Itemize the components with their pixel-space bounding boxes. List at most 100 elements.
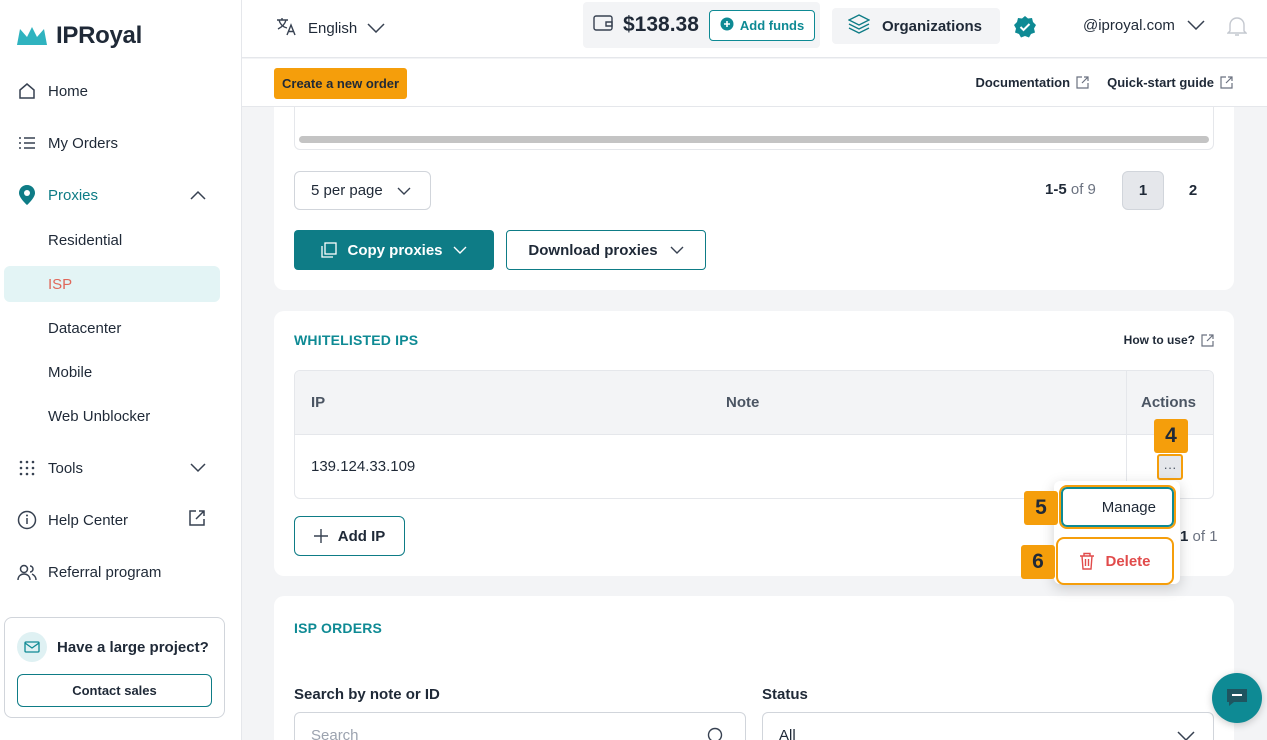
search-icon [707, 727, 723, 740]
column-header-ip: IP [311, 394, 326, 411]
chevron-down-icon [1177, 731, 1195, 740]
sidebar-item-home[interactable]: Home [16, 73, 220, 109]
chat-icon [1227, 689, 1247, 706]
status-value: All [779, 727, 796, 740]
account-menu[interactable]: @iproyal.com [1083, 17, 1205, 34]
sidebar-item-referral[interactable]: Referral program [16, 554, 220, 590]
chevron-down-icon [1187, 17, 1205, 34]
create-order-button[interactable]: Create a new order [274, 68, 408, 99]
add-ip-label: Add IP [337, 527, 386, 545]
add-funds-button[interactable]: Add funds [708, 9, 816, 41]
copy-icon [321, 242, 338, 258]
sidebar-subitem-mobile[interactable]: Mobile [4, 354, 220, 390]
whitelist-page-of: of 1 [1192, 528, 1218, 545]
isp-orders-card: ISP ORDERS Search by note or ID Search S… [274, 596, 1234, 740]
sidebar-item-label: Home [48, 82, 89, 100]
per-page-value: 5 per page [311, 182, 383, 199]
subbar: Create a new order Documentation Quick-s… [242, 59, 1267, 107]
add-funds-label: Add funds [739, 17, 805, 33]
crown-logo-icon [17, 27, 47, 45]
chevron-down-icon [670, 246, 684, 254]
trash-icon [1080, 552, 1095, 570]
row-actions-button[interactable]: ··· [1157, 454, 1183, 480]
search-label: Search by note or ID [294, 686, 440, 703]
language-selector[interactable]: English [276, 16, 385, 40]
chevron-down-icon [367, 20, 385, 37]
list-icon [16, 132, 38, 154]
external-link-icon [188, 509, 206, 531]
status-label: Status [762, 686, 808, 703]
chevron-down-icon [397, 187, 411, 195]
pagination-info: 1-5 of 9 [1045, 181, 1096, 198]
ip-cell: 139.124.33.109 [311, 458, 416, 475]
contact-sales-button[interactable]: Contact sales [17, 674, 212, 707]
sidebar-item-my-orders[interactable]: My Orders [16, 125, 220, 161]
pagination-range: 1-5 [1045, 181, 1067, 198]
horizontal-scrollbar[interactable] [299, 136, 1209, 143]
mail-icon [17, 632, 47, 662]
annotation-badge-4: 4 [1154, 419, 1188, 453]
add-ip-button[interactable]: Add IP [294, 516, 405, 556]
column-header-note: Note [726, 394, 760, 411]
page-2-button[interactable]: 2 [1178, 171, 1208, 210]
column-divider [1126, 371, 1127, 498]
per-page-select[interactable]: 5 per page [294, 171, 431, 210]
how-to-use-label: How to use? [1123, 333, 1195, 347]
bell-icon[interactable] [1226, 15, 1248, 42]
quickstart-link[interactable]: Quick-start guide [1107, 75, 1233, 90]
sidebar-subitem-residential[interactable]: Residential [4, 222, 220, 258]
plus-icon [313, 529, 328, 543]
download-proxies-button[interactable]: Download proxies [506, 230, 706, 270]
grid-dots-icon [16, 457, 38, 479]
search-input[interactable]: Search [294, 712, 746, 740]
balance-box: $138.38 Add funds [583, 2, 820, 48]
sidebar-item-help-center[interactable]: Help Center [16, 502, 220, 538]
how-to-use-link[interactable]: How to use? [1124, 333, 1214, 347]
chevron-down-icon [453, 246, 467, 254]
documentation-label: Documentation [975, 75, 1071, 90]
status-select[interactable]: All [762, 712, 1214, 740]
layers-icon [847, 14, 871, 38]
balance-amount: $138.38 [623, 13, 699, 36]
sidebar-subitem-isp[interactable]: ISP [4, 266, 220, 302]
sidebar-item-proxies[interactable]: Proxies [16, 177, 220, 213]
account-email: @iproyal.com [1083, 17, 1175, 34]
promo-card: Have a large project? Contact sales [4, 617, 225, 718]
manage-menu-item[interactable]: Manage [1059, 485, 1176, 529]
sidebar-item-label: Referral program [48, 563, 162, 581]
whitelist-table: IP Note Actions 139.124.33.109 ··· [294, 370, 1214, 499]
logo[interactable]: IPRoyal [16, 22, 142, 50]
external-link-icon [1220, 76, 1233, 89]
organizations-button[interactable]: Organizations [832, 8, 1000, 44]
sidebar: IPRoyal Home My Orders Proxies Residenti… [0, 0, 242, 740]
pagination-total: of 9 [1070, 181, 1096, 198]
translate-icon [276, 16, 298, 40]
page-1-button[interactable]: 1 [1122, 171, 1164, 210]
delete-menu-item[interactable]: Delete [1056, 537, 1174, 585]
whitelist-pagination-info: 1 of 1 [1180, 528, 1218, 545]
delete-label: Delete [1105, 552, 1151, 570]
section-title: ISP ORDERS [294, 620, 383, 636]
external-link-icon [1201, 333, 1214, 347]
sidebar-subitem-web-unblocker[interactable]: Web Unblocker [4, 398, 220, 434]
organizations-label: Organizations [882, 17, 983, 35]
sidebar-item-label: Tools [48, 459, 84, 477]
proxy-list-card: 5 per page 1-5 of 9 1 2 Copy proxies Dow… [274, 90, 1234, 290]
home-icon [16, 80, 38, 102]
row-actions-menu: Manage Delete [1054, 481, 1180, 585]
copy-proxies-label: Copy proxies [347, 241, 443, 259]
annotation-badge-5: 5 [1024, 491, 1058, 525]
search-placeholder: Search [311, 727, 359, 740]
sidebar-item-tools[interactable]: Tools [16, 450, 220, 486]
download-proxies-label: Download proxies [528, 241, 658, 259]
annotation-badge-6: 6 [1021, 545, 1055, 579]
promo-title: Have a large project? [57, 638, 209, 656]
copy-proxies-button[interactable]: Copy proxies [294, 230, 494, 270]
plus-circle-icon [720, 17, 734, 34]
help-circle-icon [16, 509, 38, 531]
chat-widget-button[interactable] [1212, 673, 1262, 723]
sidebar-subitem-datacenter[interactable]: Datacenter [4, 310, 220, 346]
sidebar-item-label: My Orders [48, 134, 119, 152]
wallet-icon [593, 14, 613, 37]
documentation-link[interactable]: Documentation [975, 75, 1089, 90]
